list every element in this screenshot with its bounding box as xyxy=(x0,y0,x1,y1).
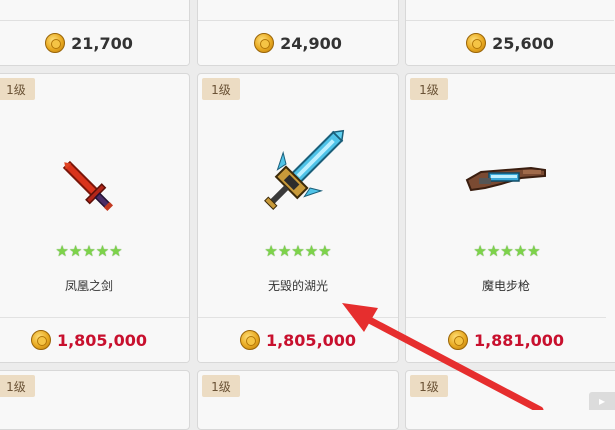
level-badge: 1级 xyxy=(410,78,448,100)
item-price: 24,900 xyxy=(280,33,342,53)
price-bar: 1,881,000 xyxy=(406,317,606,362)
price-bar: 21,700 xyxy=(0,20,189,65)
item-price: 25,600 xyxy=(492,33,554,53)
rating-stars: ★★★★★ xyxy=(264,244,331,259)
shop-card-lake-light[interactable]: 1级 ★★★★★ 无毁的湖光 1,805,000 xyxy=(197,73,399,363)
level-badge: 1级 xyxy=(0,375,35,397)
star-icons: ★★★★★ xyxy=(55,242,123,260)
item-price: 1,881,000 xyxy=(473,330,565,350)
level-badge: 1级 xyxy=(202,78,240,100)
level-badge: 1级 xyxy=(202,375,240,397)
coin-icon xyxy=(466,33,487,53)
price-bar: 24,900 xyxy=(198,20,398,65)
level-badge: 1级 xyxy=(0,78,35,100)
item-name: 凤凰之剑 xyxy=(64,279,113,293)
magic-rifle-icon xyxy=(465,166,546,192)
shop-card-bottom-3[interactable]: 1级 xyxy=(405,370,615,430)
phoenix-sword-icon xyxy=(62,160,114,212)
shop-card-top-2[interactable]: 24,900 xyxy=(197,0,399,66)
shop-card-magic-rifle[interactable]: 1级 ★★★★★ 魔电步枪 1,881,000 xyxy=(405,73,615,363)
coin-icon xyxy=(239,330,260,350)
shop-card-bottom-1[interactable]: 1级 xyxy=(0,370,190,430)
lake-light-sword-icon xyxy=(264,129,345,210)
rating-stars: ★★★★★ xyxy=(473,244,540,259)
coin-icon xyxy=(30,330,51,350)
level-badge: 1级 xyxy=(410,375,448,397)
shop-card-top-1[interactable]: 21,700 xyxy=(0,0,190,66)
item-name: 魔电步枪 xyxy=(481,279,530,293)
star-icons: ★★★★★ xyxy=(264,242,332,260)
coin-icon xyxy=(254,33,275,53)
coin-icon xyxy=(447,330,468,350)
price-bar: 1,805,000 xyxy=(0,317,189,362)
shop-card-top-3[interactable]: 25,600 xyxy=(405,0,615,66)
item-price: 21,700 xyxy=(71,33,133,53)
coin-icon xyxy=(45,33,66,53)
rating-stars: ★★★★★ xyxy=(55,244,122,259)
shop-card-phoenix-sword[interactable]: 1级 ★★★★★ 凤凰之剑 1,805,000 xyxy=(0,73,190,363)
item-name: 无毁的湖光 xyxy=(267,279,328,293)
shop-card-bottom-2[interactable]: 1级 xyxy=(197,370,399,430)
item-price: 1,805,000 xyxy=(265,330,357,350)
item-price: 1,805,000 xyxy=(56,330,148,350)
price-bar: 25,600 xyxy=(406,20,614,65)
star-icons: ★★★★★ xyxy=(473,242,541,260)
scroll-handle[interactable]: ▸ xyxy=(589,392,615,410)
price-bar: 1,805,000 xyxy=(198,317,398,362)
